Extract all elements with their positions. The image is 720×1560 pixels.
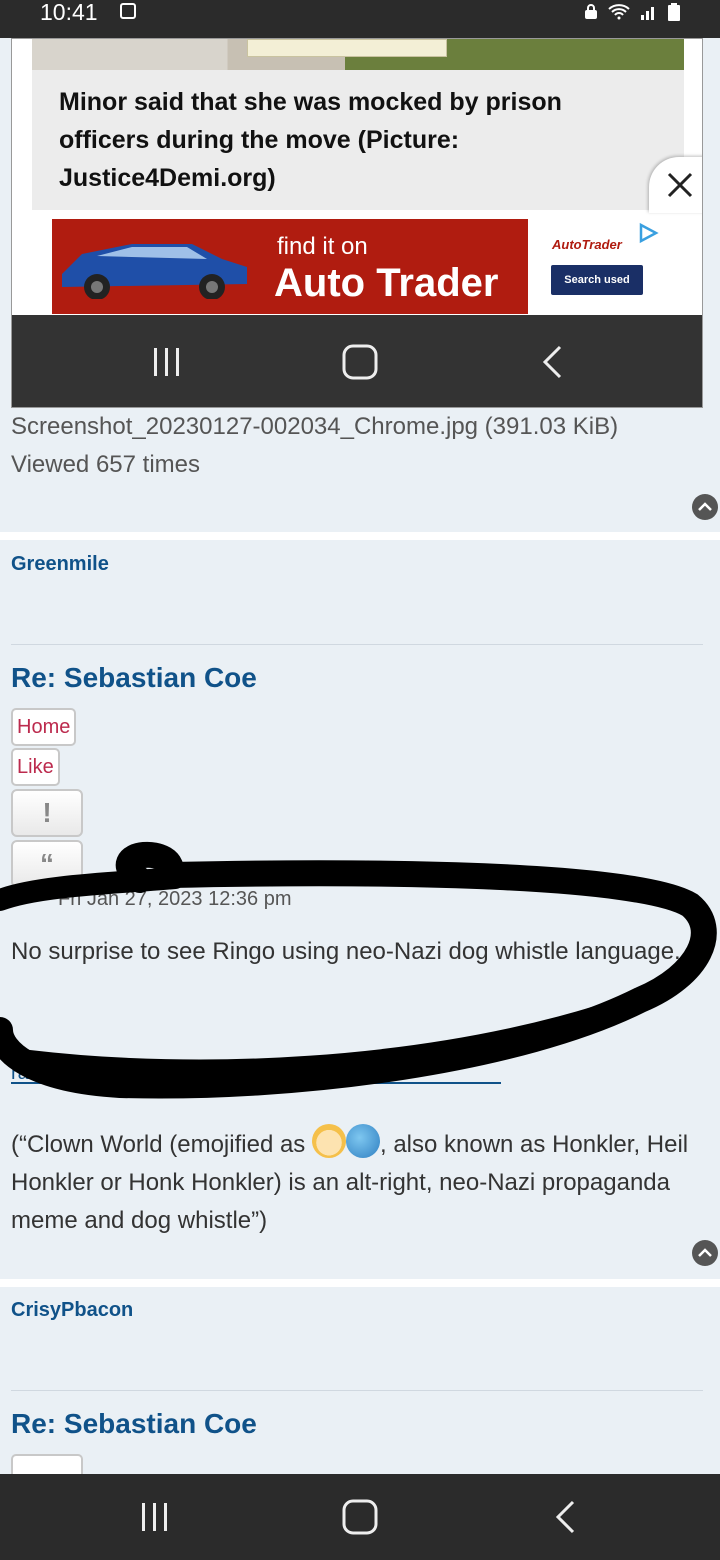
signal-icon: [641, 7, 654, 20]
report-button[interactable]: !: [11, 789, 83, 837]
post-title[interactable]: Re: Sebastian Coe: [11, 662, 257, 694]
attached-screenshot-image[interactable]: Minor said that she was mocked by prison…: [11, 38, 703, 408]
status-time: 10:41: [40, 0, 98, 25]
status-bar: 10:41: [0, 0, 720, 38]
clown-face-emoji: [311, 1124, 346, 1158]
embedded-nav-bar: [12, 315, 702, 407]
post-body: No surprise to see Ringo using neo-Nazi …: [11, 938, 681, 965]
home-button[interactable]: Home: [11, 708, 77, 746]
status-indicators: [584, 3, 680, 21]
attachment-filename[interactable]: Screenshot_20230127-002034_Chrome.jpg (3…: [11, 408, 618, 446]
chevron-up-icon: [698, 1248, 712, 1257]
post-divider: [0, 1279, 720, 1287]
lock-icon: [585, 4, 597, 19]
post-link[interactable]: rationalwiki.org/wiki/Clown_World: [11, 1062, 501, 1084]
home-icon: [330, 315, 390, 407]
attachment-views: Viewed 657 times: [11, 451, 200, 478]
ad-search-button: Search used: [551, 265, 643, 295]
quote-text-start: (“Clown World (emojified as: [11, 1131, 312, 1158]
post-separator: [11, 644, 703, 645]
ad-tagline: find it on: [277, 233, 368, 260]
back-icon[interactable]: [535, 1474, 595, 1560]
recents-icon: [137, 315, 197, 407]
notification-icon: [120, 3, 136, 19]
scroll-top-button[interactable]: [692, 494, 718, 520]
auto-trader-ad: find it on Auto Trader AutoTrader Search…: [52, 219, 664, 314]
post-quote: (“Clown World (emojified as , also known…: [11, 1124, 701, 1240]
post-author[interactable]: Greenmile: [11, 553, 109, 576]
post-divider: [0, 532, 720, 540]
attachment-info: Screenshot_20230127-002034_Chrome.jpg (3…: [11, 408, 618, 484]
globe-emoji: [345, 1124, 380, 1158]
home-icon[interactable]: [330, 1474, 390, 1560]
post-title[interactable]: Re: Sebastian Coe: [11, 1408, 257, 1440]
ad-headline: Auto Trader: [274, 261, 499, 305]
system-nav-bar: [0, 1474, 720, 1560]
car-image: [62, 244, 247, 299]
post-author[interactable]: CrisyPbacon: [11, 1299, 133, 1322]
quote-button[interactable]: “: [11, 840, 83, 888]
wifi-icon: [608, 4, 630, 20]
recents-icon[interactable]: [125, 1474, 185, 1560]
battery-icon: [668, 3, 680, 21]
post-separator: [11, 1390, 703, 1391]
ad-close-button: [649, 157, 702, 213]
like-button[interactable]: Like: [11, 748, 60, 786]
scroll-top-button[interactable]: [692, 1240, 718, 1266]
photo-caption: Minor said that she was mocked by prison…: [59, 88, 562, 192]
post-date: Fri Jan 27, 2023 12:36 pm: [58, 888, 292, 910]
chevron-up-icon: [698, 502, 712, 511]
back-icon: [522, 315, 582, 407]
close-icon: [667, 172, 693, 198]
photo-text-strip: [247, 39, 447, 57]
adchoices-icon: [639, 222, 659, 244]
ad-brand-logo: AutoTrader: [552, 237, 622, 252]
